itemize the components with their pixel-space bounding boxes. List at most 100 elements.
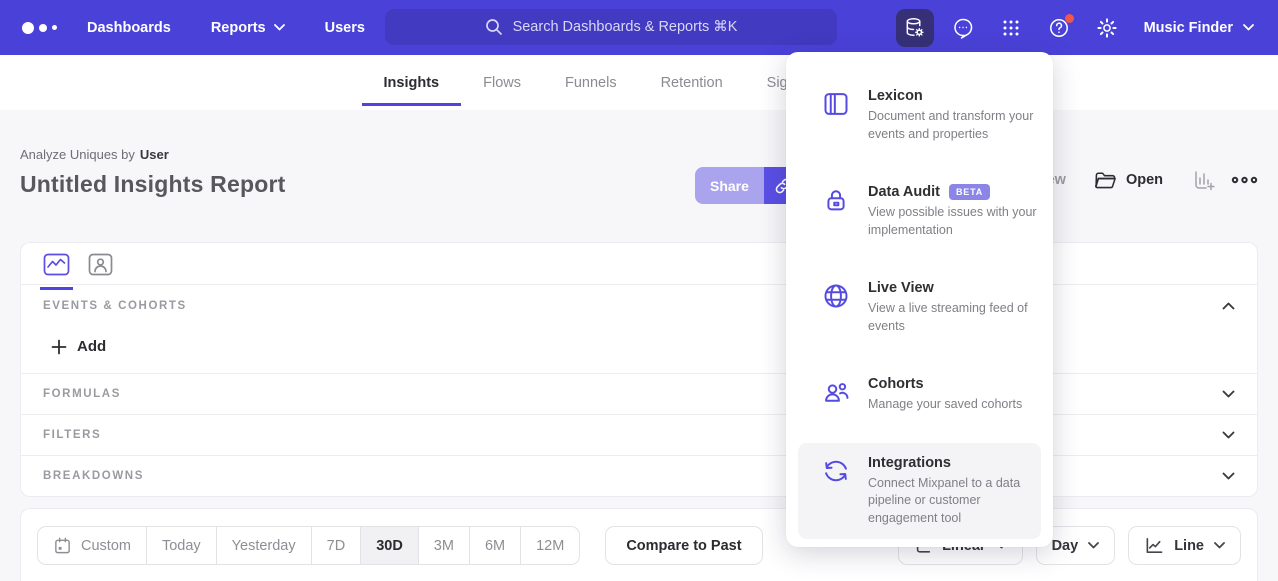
events-cohorts-section: EVENTS & COHORTS Add (21, 284, 1257, 373)
lock-icon (822, 186, 850, 214)
range-12m[interactable]: 12M (520, 527, 579, 564)
range-7d[interactable]: 7D (311, 527, 361, 564)
nav-users[interactable]: Users (325, 20, 365, 36)
breakdowns-section-header[interactable]: BREAKDOWNS (21, 455, 1257, 496)
chart-add-icon (1193, 169, 1215, 191)
range-custom[interactable]: Custom (38, 527, 146, 564)
line-chart-icon (1144, 536, 1164, 555)
more-options-button[interactable] (1231, 176, 1258, 184)
report-body: Analyze Uniques byUser Untitled Insights… (0, 147, 1278, 581)
chevron-up-icon[interactable] (1222, 302, 1235, 310)
data-management-button[interactable] (896, 9, 934, 47)
chevron-down-icon (1214, 542, 1225, 549)
search-icon (485, 18, 503, 36)
grid-dots-icon (1000, 17, 1022, 39)
subtitle-entity[interactable]: User (140, 147, 169, 162)
tab-insights[interactable]: Insights (362, 55, 462, 110)
dropdown-item-title: Data Audit BETA (868, 184, 1046, 200)
feedback-button[interactable] (944, 9, 982, 47)
logo-dot (39, 24, 47, 32)
dropdown-item-cohorts[interactable]: Cohorts Manage your saved cohorts (798, 364, 1041, 426)
dropdown-item-description: Manage your saved cohorts (868, 396, 1046, 414)
users-view-tab[interactable] (88, 253, 113, 290)
chart-type-select[interactable]: Line (1128, 526, 1241, 565)
folder-icon (1094, 170, 1117, 190)
add-to-dashboard-button[interactable] (1193, 169, 1215, 191)
logo-dot (52, 25, 57, 30)
tab-retention[interactable]: Retention (639, 55, 745, 110)
project-selector[interactable]: Music Finder (1144, 20, 1254, 36)
calendar-icon (53, 536, 72, 555)
notification-dot (1065, 14, 1074, 23)
range-label: Custom (81, 538, 131, 554)
nav-reports[interactable]: Reports (211, 20, 285, 36)
dropdown-item-text: Lexicon Document and transform your even… (868, 88, 1046, 143)
globe-icon (822, 282, 850, 310)
mixpanel-logo[interactable] (22, 22, 57, 34)
open-report-button[interactable]: Open (1094, 170, 1163, 190)
date-controls-card: Custom Today Yesterday 7D 30D 3M 6M 12M … (20, 508, 1258, 581)
search-placeholder: Search Dashboards & Reports ⌘K (513, 19, 738, 35)
dropdown-item-description: View a live streaming feed of events (868, 300, 1046, 335)
dropdown-item-title: Lexicon (868, 88, 1046, 104)
tab-funnels[interactable]: Funnels (543, 55, 639, 110)
range-30d[interactable]: 30D (360, 527, 418, 564)
nav-dashboards[interactable]: Dashboards (87, 20, 171, 36)
speech-bubble-icon (951, 16, 975, 40)
section-label: FORMULAS (43, 388, 121, 400)
query-view-tabs (21, 243, 1257, 284)
report-tabbar: Insights Flows Funnels Retention Signal … (0, 55, 1278, 110)
tab-flows[interactable]: Flows (461, 55, 543, 110)
events-view-tab[interactable] (43, 253, 70, 290)
add-event-button[interactable]: Add (21, 326, 1257, 373)
chevron-down-icon[interactable] (1222, 472, 1235, 480)
search-input[interactable]: Search Dashboards & Reports ⌘K (385, 9, 837, 45)
formulas-section-header[interactable]: FORMULAS (21, 373, 1257, 414)
dropdown-item-description: View possible issues with your implement… (868, 204, 1046, 239)
chevron-down-icon (274, 24, 285, 31)
range-yesterday[interactable]: Yesterday (216, 527, 311, 564)
top-navbar: Dashboards Reports Users Search Dashboar… (0, 0, 1278, 55)
chevron-down-icon[interactable] (1222, 390, 1235, 398)
dropdown-item-title: Cohorts (868, 376, 1046, 392)
primary-nav: Dashboards Reports Users (87, 20, 365, 36)
project-name: Music Finder (1144, 20, 1233, 36)
lexicon-book-icon (822, 90, 850, 118)
events-cohorts-header[interactable]: EVENTS & COHORTS (21, 285, 1257, 326)
navbar-icon-group (896, 9, 1126, 47)
beta-badge: BETA (949, 184, 990, 200)
dropdown-item-live-view[interactable]: Live View View a live streaming feed of … (798, 268, 1041, 347)
dropdown-item-text: Live View View a live streaming feed of … (868, 280, 1046, 335)
dropdown-item-integrations[interactable]: Integrations Connect Mixpanel to a data … (798, 443, 1041, 540)
dropdown-item-data-audit[interactable]: Data Audit BETA View possible issues wit… (798, 172, 1041, 251)
range-today[interactable]: Today (146, 527, 216, 564)
query-builder-card: EVENTS & COHORTS Add FORMULAS FILTERS BR… (20, 242, 1258, 497)
share-button[interactable]: Share (695, 167, 764, 204)
database-gear-icon (903, 16, 926, 39)
settings-button[interactable] (1088, 9, 1126, 47)
plus-icon (51, 339, 67, 355)
ellipsis-icon (1231, 176, 1258, 184)
data-management-dropdown: Lexicon Document and transform your even… (786, 52, 1053, 547)
apps-grid-button[interactable] (992, 9, 1030, 47)
subtitle-prefix: Analyze Uniques by (20, 147, 135, 162)
compare-to-past-button[interactable]: Compare to Past (605, 526, 762, 565)
range-3m[interactable]: 3M (418, 527, 469, 564)
help-button[interactable] (1040, 9, 1078, 47)
sync-arrows-icon (822, 457, 850, 485)
people-icon (822, 378, 850, 406)
filters-section-header[interactable]: FILTERS (21, 414, 1257, 455)
range-6m[interactable]: 6M (469, 527, 520, 564)
chevron-down-icon[interactable] (1222, 431, 1235, 439)
add-label: Add (77, 338, 106, 355)
dropdown-item-title: Live View (868, 280, 1046, 296)
dropdown-item-text: Data Audit BETA View possible issues wit… (868, 184, 1046, 239)
line-chart-tab-icon (43, 253, 70, 276)
chart-type-value: Line (1174, 538, 1204, 554)
date-range-segmented-control: Custom Today Yesterday 7D 30D 3M 6M 12M (37, 526, 580, 565)
open-label: Open (1126, 172, 1163, 188)
dropdown-item-text: Cohorts Manage your saved cohorts (868, 376, 1046, 414)
dropdown-item-lexicon[interactable]: Lexicon Document and transform your even… (798, 76, 1041, 155)
dropdown-item-description: Document and transform your events and p… (868, 108, 1046, 143)
gear-icon (1095, 16, 1119, 40)
